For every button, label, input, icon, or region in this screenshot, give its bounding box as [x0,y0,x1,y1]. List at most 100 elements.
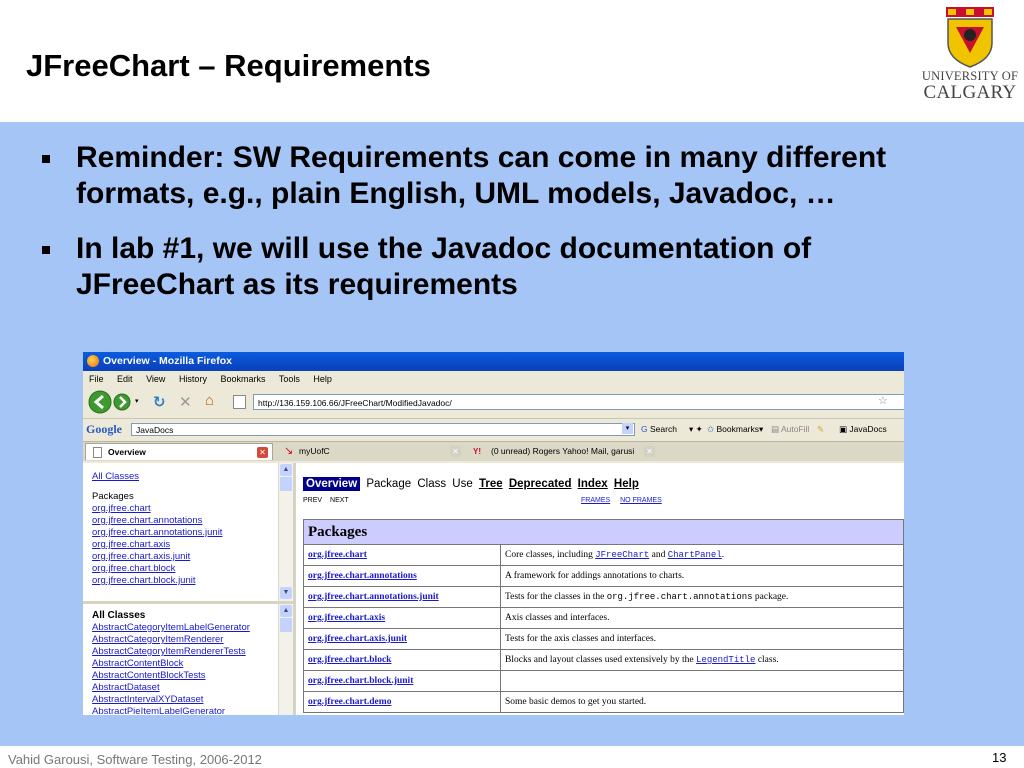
table-row: org.jfree.chart.block Blocks and layout c… [303,649,904,671]
description-text: Blocks and layout classes used extensive… [505,655,697,665]
package-link[interactable]: org.jfree.chart.annotations [92,515,222,527]
table-row: org.jfree.chart.block.junit [303,670,904,692]
class-link[interactable]: AbstractCategoryItemLabelGenerator [92,622,250,634]
close-tab-icon[interactable]: ✕ [450,446,461,457]
menu-bookmarks[interactable]: Bookmarks [220,374,265,384]
package-description [500,670,904,692]
menu-tools[interactable]: Tools [279,374,300,384]
nav-index[interactable]: Index [578,478,608,490]
nav-tree[interactable]: Tree [479,478,503,490]
tab-myuofc[interactable]: ↘ myUofC ✕ [277,443,465,460]
reload-icon[interactable]: ↻ [153,393,166,411]
package-name-link[interactable]: org.jfree.chart.annotations.junit [308,592,439,602]
table-row: org.jfree.chart.axis Axis classes and int… [303,607,904,629]
classes-scrollbar[interactable]: ▲ [278,604,293,715]
doc-subnav: PREV NEXT FRAMES NO FRAMES [303,497,903,504]
menu-file[interactable]: File [89,374,104,384]
class-link[interactable]: AbstractContentBlock [92,658,250,670]
class-link[interactable]: AbstractIntervalXYDataset [92,694,250,706]
class-link[interactable]: AbstractDataset [92,682,250,694]
menu-bar: File Edit View History Bookmarks Tools H… [83,371,904,388]
autofill-icon: ▤ [771,424,781,434]
package-name-link[interactable]: org.jfree.chart.block [308,655,391,665]
page-icon [233,395,246,409]
packages-scrollbar[interactable]: ▲ ▼ [278,463,293,601]
description-text: class. [755,655,779,665]
forward-icon[interactable] [112,393,132,411]
highlighter-icon[interactable]: ✎ [817,424,824,435]
nav-overview: Overview [303,477,361,491]
google-search-button[interactable]: G Search [641,424,677,434]
frames-link[interactable]: FRAMES [581,497,610,504]
stop-icon[interactable]: ✕ [179,393,192,411]
google-toolbar: Google JavaDocs ▾ G Search ▾ ✦ ✩ Bookmar… [83,418,904,441]
package-link[interactable]: org.jfree.chart.block.junit [92,575,222,587]
package-name-link[interactable]: org.jfree.chart.block.junit [308,676,413,686]
bullet-square-icon [42,155,50,163]
package-name-link[interactable]: org.jfree.chart [308,550,367,560]
class-link[interactable]: JFreeChart [595,550,649,560]
menu-history[interactable]: History [179,374,207,384]
package-description: Axis classes and interfaces. [500,607,904,629]
package-name-link[interactable]: org.jfree.chart.demo [308,697,391,707]
scroll-down-icon[interactable]: ▼ [280,587,292,599]
package-link[interactable]: org.jfree.chart.axis.junit [92,551,222,563]
nav-deprecated[interactable]: Deprecated [509,478,572,490]
doc-frame: Overview Package Class Use Tree Deprecat… [299,463,904,715]
package-name-link[interactable]: org.jfree.chart.annotations [308,571,417,581]
description-text: A framework for addings annotations to c… [505,571,685,581]
packages-table-heading: Packages [303,519,904,545]
package-description: Core classes, including JFreeChart and C… [500,544,904,566]
package-link[interactable]: org.jfree.chart [92,503,222,515]
close-tab-icon[interactable]: ✕ [257,447,268,458]
autofill-button[interactable]: ▤ AutoFill [771,424,809,435]
package-description: Some basic demos to get you started. [500,691,904,713]
scroll-up-icon[interactable]: ▲ [280,464,292,476]
scroll-thumb[interactable] [280,477,292,491]
bullet-square-icon [42,246,50,254]
google-search-input[interactable]: JavaDocs [131,423,635,436]
back-icon[interactable] [87,390,113,414]
window-titlebar: Overview - Mozilla Firefox [83,352,904,371]
pagerank-icon[interactable]: ▾ ✦ [689,424,703,435]
nav-help[interactable]: Help [614,478,639,490]
package-link[interactable]: org.jfree.chart.annotations.junit [92,527,222,539]
packages-heading: Packages [92,491,134,502]
search-dropdown-icon[interactable]: ▾ [622,423,633,434]
bookmarks-button[interactable]: ✩ Bookmarks▾ [707,424,763,435]
no-frames-link[interactable]: NO FRAMES [620,497,662,504]
home-icon[interactable]: ⌂ [205,392,214,409]
google-logo: Google [86,422,122,436]
menu-view[interactable]: View [146,374,165,384]
class-link[interactable]: AbstractPieItemLabelGenerator [92,706,250,715]
address-bar[interactable]: http://136.159.106.66/JFreeChart/Modifie… [253,394,904,410]
classes-frame: All Classes AbstractCategoryItemLabelGen… [83,604,293,715]
university-logo: UNIVERSITY OF CALGARY [920,5,1020,105]
scroll-up-icon[interactable]: ▲ [280,605,292,617]
javadocs-button[interactable]: ▣ JavaDocs [839,424,887,435]
all-classes-link[interactable]: All Classes [92,471,222,483]
bookmark-star-icon[interactable]: ☆ [878,394,888,407]
package-name-link[interactable]: org.jfree.chart.axis.junit [308,634,407,644]
class-link[interactable]: AbstractCategoryItemRenderer [92,634,250,646]
description-text: and [649,550,668,560]
tab-yahoo-mail[interactable]: Y! (0 unread) Rogers Yahoo! Mail, garusi… [469,443,659,460]
scroll-thumb[interactable] [280,618,292,632]
class-link[interactable]: ChartPanel [668,550,722,560]
package-name-link[interactable]: org.jfree.chart.axis [308,613,385,623]
tab-overview[interactable]: Overview ✕ [85,443,273,460]
package-link[interactable]: org.jfree.chart.axis [92,539,222,551]
class-link[interactable]: AbstractCategoryItemRendererTests [92,646,250,658]
class-link[interactable]: AbstractContentBlockTests [92,670,250,682]
footer-text: Vahid Garousi, Software Testing, 2006-20… [8,752,262,767]
package-link[interactable]: org.jfree.chart.block [92,563,222,575]
history-dropdown-icon[interactable]: ▾ [135,397,139,405]
table-row: org.jfree.chart.axis.junit Tests for the … [303,628,904,650]
menu-edit[interactable]: Edit [117,374,133,384]
menu-help[interactable]: Help [313,374,332,384]
package-description: Tests for the axis classes and interface… [500,628,904,650]
class-link[interactable]: LegendTitle [696,655,755,665]
close-tab-icon[interactable]: ✕ [644,446,655,457]
prev-label: PREV [303,497,323,504]
doc-nav-bar: Overview Package Class Use Tree Deprecat… [303,477,639,491]
